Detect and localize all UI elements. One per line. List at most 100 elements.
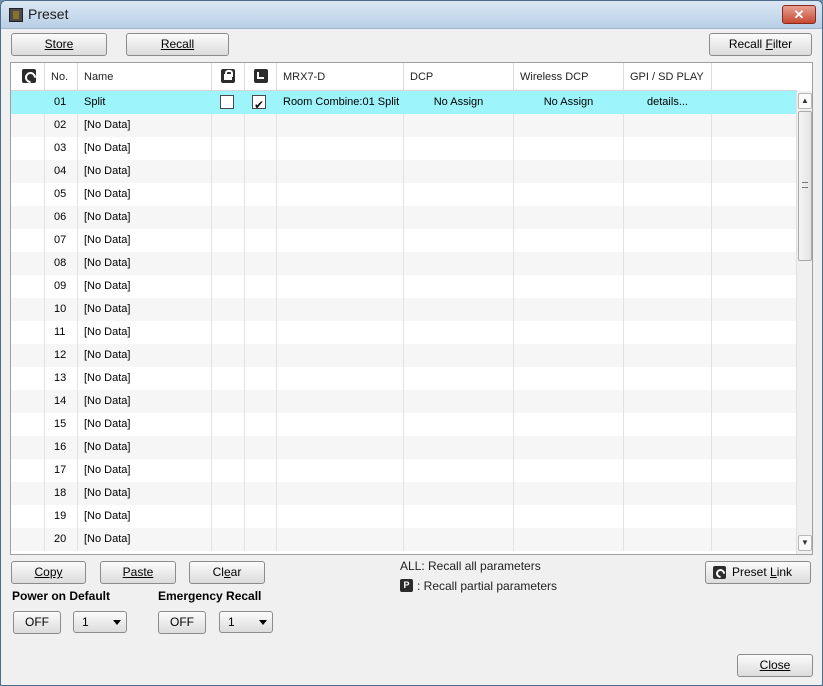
cell-schedule[interactable] xyxy=(245,252,277,275)
cell-schedule[interactable] xyxy=(245,505,277,528)
cell-dcp[interactable] xyxy=(404,459,514,482)
cell-mrx[interactable] xyxy=(277,206,404,229)
cell-gpi[interactable] xyxy=(624,275,712,298)
cell-link[interactable] xyxy=(11,321,45,344)
col-protect[interactable] xyxy=(212,63,245,91)
cell-link[interactable] xyxy=(11,229,45,252)
paste-button[interactable]: Paste xyxy=(100,561,176,584)
cell-wireless[interactable] xyxy=(514,229,624,252)
cell-protect[interactable] xyxy=(212,459,245,482)
cell-protect[interactable] xyxy=(212,137,245,160)
cell-dcp[interactable] xyxy=(404,505,514,528)
cell-dcp[interactable] xyxy=(404,321,514,344)
cell-mrx[interactable] xyxy=(277,344,404,367)
cell-no[interactable]: 12 xyxy=(45,344,78,367)
cell-name[interactable]: [No Data] xyxy=(78,229,212,252)
col-gpi[interactable]: GPI / SD PLAY xyxy=(624,63,712,91)
schedule-checkbox[interactable] xyxy=(252,94,266,114)
cell-gpi[interactable] xyxy=(624,367,712,390)
emergency-recall-off-button[interactable]: OFF xyxy=(158,611,206,634)
cell-dcp[interactable] xyxy=(404,229,514,252)
cell-schedule[interactable] xyxy=(245,413,277,436)
cell-name[interactable]: [No Data] xyxy=(78,505,212,528)
cell-wireless[interactable] xyxy=(514,505,624,528)
cell-protect[interactable] xyxy=(212,183,245,206)
cell-mrx[interactable] xyxy=(277,390,404,413)
cell-no[interactable]: 01 xyxy=(45,91,78,114)
cell-wireless[interactable] xyxy=(514,367,624,390)
cell-gpi[interactable] xyxy=(624,505,712,528)
cell-no[interactable]: 05 xyxy=(45,183,78,206)
cell-schedule[interactable] xyxy=(245,206,277,229)
preset-link-button[interactable]: Preset Link xyxy=(705,561,811,584)
cell-dcp[interactable] xyxy=(404,114,514,137)
cell-name[interactable]: [No Data] xyxy=(78,367,212,390)
cell-no[interactable]: 02 xyxy=(45,114,78,137)
col-dcp[interactable]: DCP xyxy=(404,63,514,91)
cell-link[interactable] xyxy=(11,390,45,413)
table-row[interactable]: 19 [No Data] xyxy=(11,505,797,528)
table-row[interactable]: 18 [No Data] xyxy=(11,482,797,505)
cell-name[interactable]: [No Data] xyxy=(78,390,212,413)
cell-wireless[interactable] xyxy=(514,206,624,229)
cell-wireless[interactable] xyxy=(514,390,624,413)
cell-dcp[interactable] xyxy=(404,413,514,436)
cell-name[interactable]: [No Data] xyxy=(78,321,212,344)
cell-mrx[interactable] xyxy=(277,436,404,459)
scrollbar-thumb[interactable] xyxy=(798,111,812,261)
cell-name[interactable]: Split xyxy=(78,91,212,114)
cell-gpi[interactable] xyxy=(624,528,712,551)
cell-mrx[interactable] xyxy=(277,482,404,505)
cell-gpi[interactable] xyxy=(624,482,712,505)
store-button[interactable]: Store xyxy=(11,33,107,56)
cell-name[interactable]: [No Data] xyxy=(78,275,212,298)
table-row[interactable]: 11 [No Data] xyxy=(11,321,797,344)
cell-no[interactable]: 11 xyxy=(45,321,78,344)
col-mrx[interactable]: MRX7-D xyxy=(277,63,404,91)
cell-gpi[interactable] xyxy=(624,344,712,367)
cell-schedule[interactable] xyxy=(245,160,277,183)
cell-protect[interactable] xyxy=(212,505,245,528)
cell-wireless[interactable] xyxy=(514,413,624,436)
table-row[interactable]: 16 [No Data] xyxy=(11,436,797,459)
cell-link[interactable] xyxy=(11,298,45,321)
close-window-button[interactable]: ✕ xyxy=(782,5,816,24)
cell-name[interactable]: [No Data] xyxy=(78,114,212,137)
cell-link[interactable] xyxy=(11,528,45,551)
cell-name[interactable]: [No Data] xyxy=(78,528,212,551)
cell-wireless[interactable] xyxy=(514,436,624,459)
table-row[interactable]: 10 [No Data] xyxy=(11,298,797,321)
cell-no[interactable]: 19 xyxy=(45,505,78,528)
table-row[interactable]: 07 [No Data] xyxy=(11,229,797,252)
cell-link[interactable] xyxy=(11,367,45,390)
copy-button[interactable]: Copy xyxy=(11,561,86,584)
cell-dcp[interactable] xyxy=(404,206,514,229)
clear-button[interactable]: Clear xyxy=(189,561,265,584)
cell-no[interactable]: 07 xyxy=(45,229,78,252)
cell-protect[interactable] xyxy=(212,390,245,413)
cell-dcp[interactable] xyxy=(404,390,514,413)
cell-mrx[interactable] xyxy=(277,114,404,137)
cell-name[interactable]: [No Data] xyxy=(78,206,212,229)
cell-protect[interactable] xyxy=(212,91,245,114)
table-row[interactable]: 06 [No Data] xyxy=(11,206,797,229)
cell-wireless[interactable] xyxy=(514,321,624,344)
cell-protect[interactable] xyxy=(212,367,245,390)
cell-dcp[interactable] xyxy=(404,183,514,206)
scroll-down-arrow-icon[interactable]: ▼ xyxy=(798,535,812,551)
vertical-scrollbar[interactable]: ▲ ▼ xyxy=(796,91,812,554)
cell-mrx[interactable] xyxy=(277,505,404,528)
cell-mrx[interactable] xyxy=(277,252,404,275)
cell-name[interactable]: [No Data] xyxy=(78,459,212,482)
cell-gpi[interactable] xyxy=(624,390,712,413)
recall-button[interactable]: Recall xyxy=(126,33,229,56)
cell-no[interactable]: 17 xyxy=(45,459,78,482)
cell-schedule[interactable] xyxy=(245,482,277,505)
cell-wireless[interactable] xyxy=(514,252,624,275)
cell-dcp[interactable] xyxy=(404,528,514,551)
cell-gpi[interactable]: details... xyxy=(624,91,712,114)
cell-mrx[interactable] xyxy=(277,413,404,436)
cell-mrx[interactable] xyxy=(277,459,404,482)
cell-gpi[interactable] xyxy=(624,321,712,344)
cell-no[interactable]: 20 xyxy=(45,528,78,551)
